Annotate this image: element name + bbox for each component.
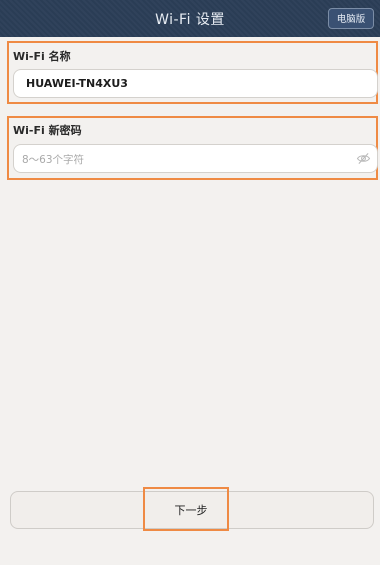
wifi-password-placeholder: 8～63个字符 [22, 154, 85, 166]
next-button[interactable] [10, 491, 374, 529]
eye-hidden-icon[interactable] [356, 152, 371, 165]
wifi-name-label: Wi-Fi 名称 [13, 50, 71, 63]
wifi-name-section: Wi-Fi 名称 HUAWEI-TN4XU3 [7, 41, 378, 104]
wifi-name-value: HUAWEI-TN4XU3 [26, 77, 128, 90]
header-bar: Wi-Fi 设置 电脑版 [0, 0, 380, 37]
pc-version-button[interactable]: 电脑版 [328, 8, 374, 29]
wifi-password-section: Wi-Fi 新密码 8～63个字符 [7, 116, 378, 180]
page-title: Wi-Fi 设置 [155, 12, 225, 28]
wifi-settings-screen: Wi-Fi 设置 电脑版 Wi-Fi 名称 HUAWEI-TN4XU3 Wi-F… [0, 0, 380, 565]
wifi-password-input[interactable]: 8～63个字符 [13, 144, 378, 173]
wifi-name-input[interactable]: HUAWEI-TN4XU3 [13, 69, 378, 98]
wifi-password-label: Wi-Fi 新密码 [13, 124, 82, 137]
